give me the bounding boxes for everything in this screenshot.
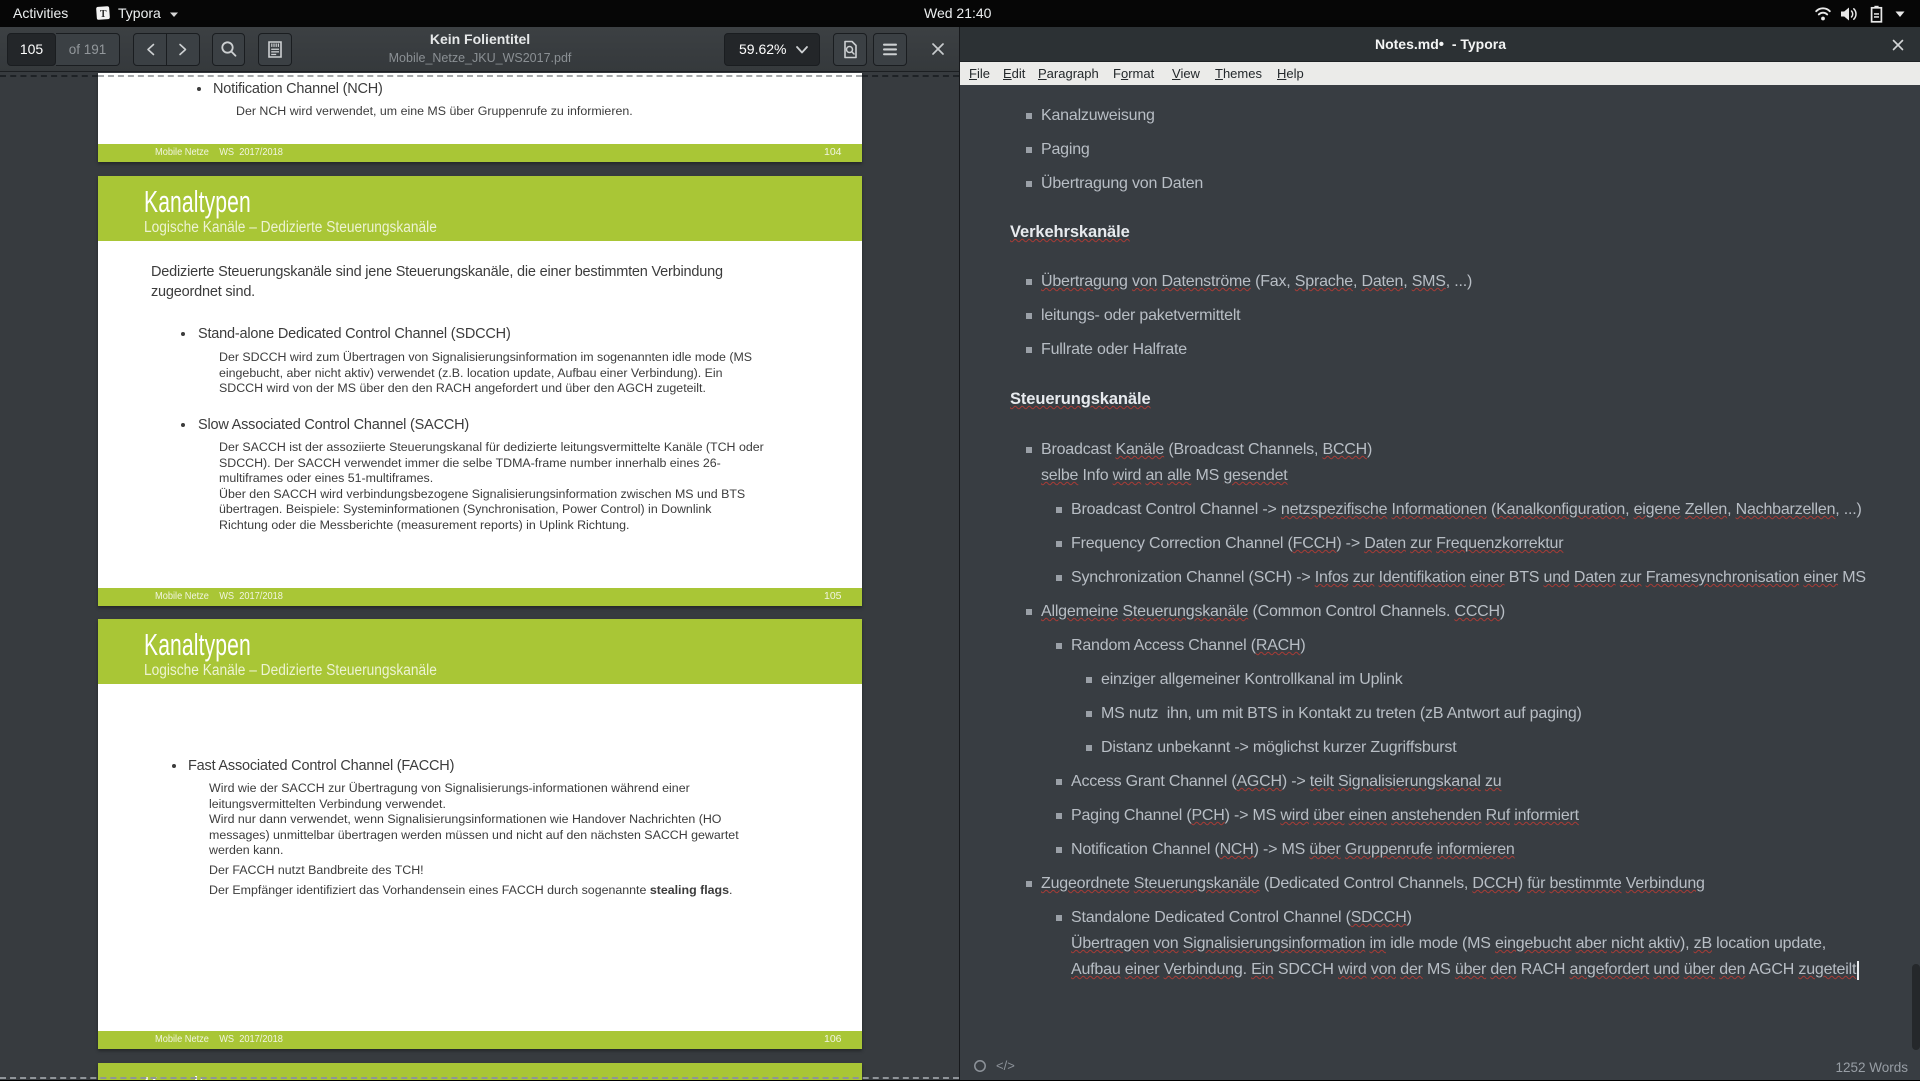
svg-text:T: T [100, 9, 107, 20]
